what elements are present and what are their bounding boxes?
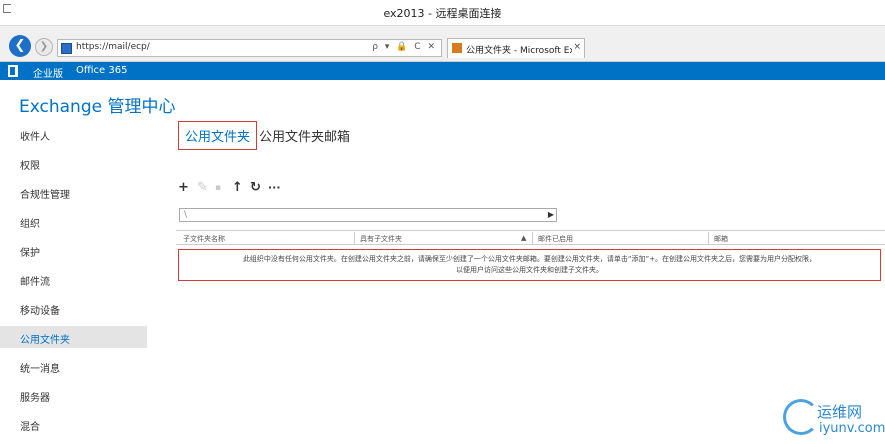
sort-ascending-icon[interactable]: ▲ [521, 234, 526, 242]
rdp-title-bar: ex2013 - 远程桌面连接 [0, 0, 885, 26]
sidebar-item-compliance[interactable]: 合规性管理 [0, 181, 147, 203]
sidebar-item-mobile[interactable]: 移动设备 [0, 297, 147, 319]
sidebar-item-label: 保护 [20, 248, 40, 259]
tab-close-icon[interactable]: × [573, 42, 581, 52]
add-icon[interactable]: + [178, 180, 189, 195]
sidebar-item-protection[interactable]: 保护 [0, 239, 147, 261]
column-header-mail-enabled[interactable]: 邮件已启用 [538, 234, 573, 244]
empty-message-line: 此组织中没有任何公用文件夹。在创建公用文件夹之前，请确保至少创建了一个公用文件夹… [242, 255, 817, 263]
column-divider [354, 232, 355, 244]
enterprise-link[interactable]: 企业版 [33, 65, 63, 80]
sidebar-item-label: 组织 [20, 219, 40, 230]
empty-message-line: 以便用户访问这些公用文件夹和创建子文件夹。 [456, 266, 603, 274]
watermark-cn-text: 运维网 [817, 403, 863, 421]
tab-public-folder-mailboxes[interactable]: 公用文件夹邮箱 [259, 126, 350, 145]
app-title: Exchange 管理中心 [19, 97, 176, 117]
delete-icon[interactable]: ▪ [215, 183, 221, 193]
column-header-has-subfolders[interactable]: 具有子文件夹 [360, 234, 402, 244]
sidebar-item-organization[interactable]: 组织 [0, 210, 147, 232]
tab-label: 公用文件夹 - Microsoft Ex... [466, 46, 572, 56]
sidebar-item-label: 统一消息 [20, 364, 60, 375]
sidebar-item-label: 公用文件夹 [20, 335, 70, 346]
sidebar-item-unified-messaging[interactable]: 统一消息 [0, 355, 147, 377]
more-icon[interactable]: ··· [268, 181, 281, 194]
sidebar-item-label: 服务器 [20, 393, 50, 404]
go-arrow-icon[interactable]: ▶ [548, 210, 554, 219]
office-logo-icon[interactable] [8, 65, 18, 77]
sidebar-item-label: 收件人 [20, 132, 50, 143]
forward-button[interactable]: ❯ [35, 38, 53, 56]
column-header-subfolder-name[interactable]: 子文件夹名称 [183, 234, 225, 244]
empty-grid-message: 此组织中没有任何公用文件夹。在创建公用文件夹之前，请确保至少创建了一个公用文件夹… [178, 249, 881, 281]
sidebar: 收件人 权限 合规性管理 组织 保护 邮件流 移动设备 公用文件夹 统一消息 服… [0, 120, 147, 444]
folder-path-value[interactable]: \ [184, 210, 187, 220]
edit-icon[interactable]: ✎ [197, 180, 208, 195]
sidebar-item-label: 移动设备 [20, 306, 60, 317]
sidebar-item-hybrid[interactable]: 混合 [0, 413, 147, 435]
up-arrow-icon[interactable]: ↑ [232, 180, 243, 195]
sidebar-item-mail-flow[interactable]: 邮件流 [0, 268, 147, 290]
suite-bar: 企业版 Office 365 [0, 62, 885, 80]
column-divider [708, 232, 709, 244]
watermark-en-text: iyunv.com [819, 421, 885, 436]
folder-path-input[interactable]: \ ▶ [179, 208, 557, 222]
site-favicon-icon [61, 43, 72, 54]
watermark-logo: 运维网 iyunv.com [783, 397, 885, 442]
back-button[interactable]: ❮ [9, 35, 31, 57]
address-bar[interactable]: https://mail/ecp/ ρ ▾ 🔒 C ✕ [57, 39, 442, 57]
sidebar-item-public-folders[interactable]: 公用文件夹 [0, 326, 147, 348]
address-bar-icons[interactable]: ρ ▾ 🔒 C ✕ [372, 42, 437, 52]
browser-tab[interactable]: 公用文件夹 - Microsoft Ex... × [447, 38, 585, 58]
window-title: ex2013 - 远程桌面连接 [383, 7, 502, 20]
tab-favicon-icon [452, 43, 462, 53]
sidebar-item-label: 邮件流 [20, 277, 50, 288]
sidebar-item-servers[interactable]: 服务器 [0, 384, 147, 406]
sidebar-item-label: 混合 [20, 422, 40, 433]
refresh-icon[interactable]: ↻ [250, 180, 261, 195]
sidebar-item-recipients[interactable]: 收件人 [0, 123, 147, 145]
column-divider [532, 232, 533, 244]
watermark-ring-icon [783, 399, 819, 435]
tab-public-folders[interactable]: 公用文件夹 [178, 121, 258, 150]
address-url[interactable]: https://mail/ecp/ [76, 42, 150, 52]
sidebar-item-label: 合规性管理 [20, 190, 70, 201]
sidebar-item-label: 权限 [20, 161, 40, 172]
browser-toolbar: ❮ ❯ https://mail/ecp/ ρ ▾ 🔒 C ✕ 公用文件夹 - … [0, 26, 885, 62]
grid-header: 子文件夹名称 ▲ 具有子文件夹 邮件已启用 邮箱 [176, 230, 885, 245]
office365-link[interactable]: Office 365 [76, 65, 127, 76]
column-header-mailbox[interactable]: 邮箱 [714, 234, 728, 244]
sidebar-item-permissions[interactable]: 权限 [0, 152, 147, 174]
